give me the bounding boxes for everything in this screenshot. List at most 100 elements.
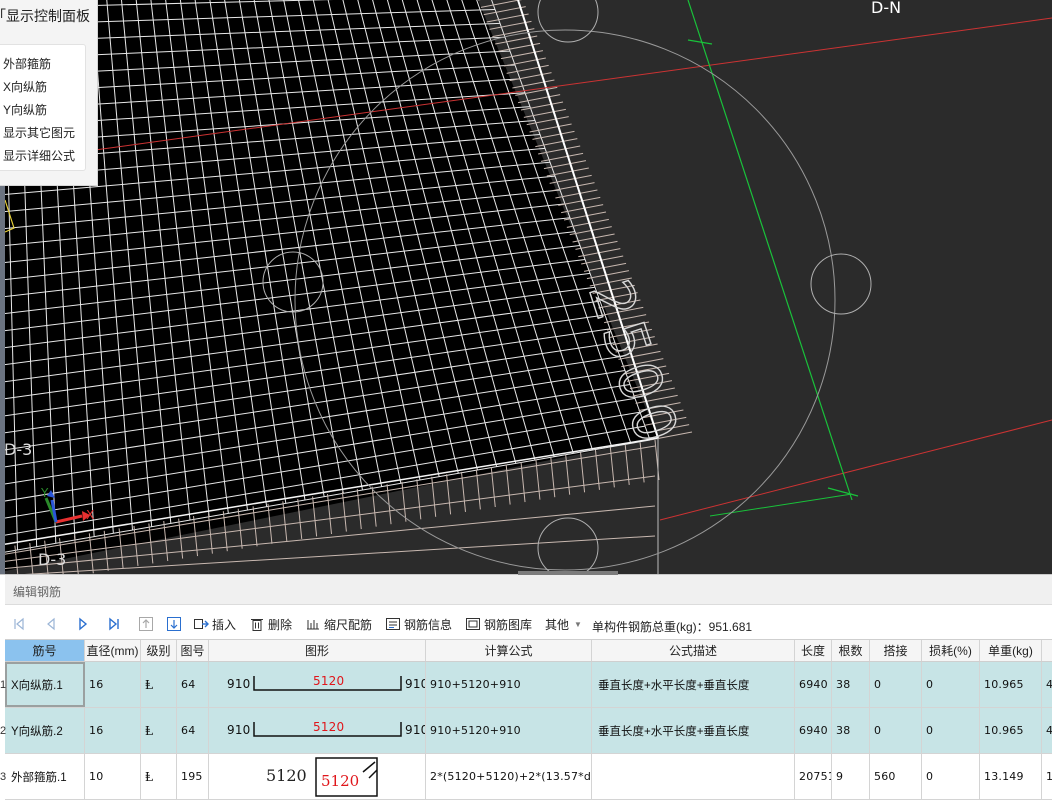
display-panel-title: 「显示控制面板 [0,8,90,24]
table-row[interactable]: 外部箍筋.1 10 Ⱡ 195 5120 5120 2*(5120+5120)+… [5,754,1052,800]
insert-button[interactable]: 插入 [193,614,236,634]
cell-bar-name[interactable]: X向纵筋.1 [5,662,85,707]
delete-button[interactable]: 删除 [249,614,292,634]
rebar-info-button[interactable]: 钢筋信息 [385,614,452,634]
dropdown-caret-icon: ▼ [574,619,582,629]
cell-overflow[interactable]: 4 [1042,708,1052,753]
col-header-overflow [1042,640,1052,661]
cell-unit-weight[interactable]: 13.149 [980,754,1042,799]
col-header-formula[interactable]: 计算公式 [426,640,592,661]
shape-right-dim: 910 [405,677,425,691]
total-weight-label: 单构件钢筋总重(kg)：951.681 [592,620,753,634]
display-item-other-elements[interactable]: 显示其它图元 [3,124,75,141]
arrow-down-box-icon [166,616,182,632]
shape-mid-dim: 5120 [313,674,345,688]
cell-figure-no[interactable]: 64 [177,662,209,707]
ruler-label: 缩尺配筋 [324,617,373,632]
col-header-count[interactable]: 根数 [832,640,870,661]
cell-unit-weight[interactable]: 10.965 [980,662,1042,707]
trash-icon [249,616,265,632]
col-header-shape[interactable]: 图形 [209,640,426,661]
cell-unit-weight[interactable]: 10.965 [980,708,1042,753]
prev-record-button[interactable] [43,614,62,634]
triangle-right-icon [75,616,91,632]
display-item-outer-stirrup[interactable]: 外部箍筋 [3,55,51,72]
red-axis-line-lower [659,419,1052,521]
col-header-description[interactable]: 公式描述 [592,640,795,661]
editor-title: 编辑钢筋 [13,585,62,599]
cell-loss[interactable]: 0 [922,754,980,799]
cell-formula[interactable]: 910+5120+910 [426,662,592,707]
first-record-button[interactable] [11,614,30,634]
rebar-editor-panel: 编辑钢筋 插入 删除 缩尺配筋 钢筋信息 钢筋图库 其他 ▼ 单构件钢筋总重(k… [0,571,1052,804]
cell-shape[interactable]: 910 5120 910 [209,662,426,707]
table-row[interactable]: X向纵筋.1 16 Ⱡ 64 910 5120 910 910+5120+910… [5,662,1052,708]
col-header-diameter[interactable]: 直径(mm) [85,640,141,661]
display-item-detailed-formula[interactable]: 显示详细公式 [3,147,75,164]
cell-diameter[interactable]: 16 [85,662,141,707]
rebar-library-label: 钢筋图库 [484,617,533,632]
col-header-lap[interactable]: 搭接 [870,640,922,661]
cell-grade[interactable]: Ⱡ [141,708,177,753]
next-record-button[interactable] [75,614,94,634]
table-row[interactable]: Y向纵筋.2 16 Ⱡ 64 910 5120 910 910+5120+910… [5,708,1052,754]
cell-lap[interactable]: 0 [870,662,922,707]
cell-grade[interactable]: Ⱡ [141,754,177,799]
move-up-button[interactable] [138,614,157,634]
gizmo-y-label: Y [41,486,49,500]
axis-label-dn: D-N [871,0,902,17]
shape-mid-dim: 5120 [313,720,345,734]
cell-description[interactable]: 垂直长度+水平长度+垂直长度 [592,662,795,707]
ruler-rebar-button[interactable]: 缩尺配筋 [305,614,372,634]
cell-shape[interactable]: 910 5120 910 [209,708,426,753]
cell-count[interactable]: 38 [832,662,870,707]
cell-overflow[interactable]: 4 [1042,662,1052,707]
info-list-icon [385,616,401,632]
cell-loss[interactable]: 0 [922,662,980,707]
cell-bar-name[interactable]: 外部箍筋.1 [5,754,85,799]
cell-lap[interactable]: 560 [870,754,922,799]
cell-figure-no[interactable]: 195 [177,754,209,799]
cell-diameter[interactable]: 10 [85,754,141,799]
col-header-grade[interactable]: 级别 [141,640,177,661]
rebar-3d-scene[interactable] [0,0,1052,574]
cell-diameter[interactable]: 16 [85,708,141,753]
move-down-button[interactable] [166,614,185,634]
cell-length[interactable]: 6940 [795,708,832,753]
cell-formula[interactable]: 2*(5120+5120)+2*(13.57*d) [426,754,592,799]
display-item-x-rebar[interactable]: X向纵筋 [3,78,47,95]
pile-circle [537,0,599,43]
cell-shape[interactable]: 5120 5120 [209,754,426,799]
cell-lap[interactable]: 0 [870,708,922,753]
display-panel-list: 外部箍筋 X向纵筋 Y向纵筋 显示其它图元 显示详细公式 [0,44,86,171]
green-axis-line [687,0,853,501]
col-header-loss[interactable]: 损耗(%) [922,640,980,661]
col-header-bar-no[interactable]: 筋号 [5,640,85,661]
skip-last-icon [106,616,122,632]
col-header-unit-weight[interactable]: 单重(kg) [980,640,1042,661]
cell-description[interactable]: 垂直长度+水平长度+垂直长度 [592,708,795,753]
display-item-y-rebar[interactable]: Y向纵筋 [3,101,47,118]
cell-figure-no[interactable]: 64 [177,708,209,753]
cell-bar-name[interactable]: Y向纵筋.2 [5,708,85,753]
shape-left-dim: 910 [227,677,251,691]
skip-first-icon [11,616,27,632]
cell-formula[interactable]: 910+5120+910 [426,708,592,753]
rebar-library-button[interactable]: 钢筋图库 [465,614,532,634]
col-header-figure-no[interactable]: 图号 [177,640,209,661]
cell-length[interactable]: 20751 [795,754,832,799]
cell-overflow[interactable]: 1 [1042,754,1052,799]
axis-label-d3: D-3 [4,440,33,459]
3d-viewport[interactable]: 2500 D-N D-3 D-3 X Y 「显示控制面板 外部箍筋 X向纵筋 Y… [0,0,1052,574]
cell-loss[interactable]: 0 [922,708,980,753]
pile-circle [537,517,599,574]
arrow-up-box-icon [138,616,154,632]
cell-grade[interactable]: Ⱡ [141,662,177,707]
last-record-button[interactable] [106,614,125,634]
cell-count[interactable]: 9 [832,754,870,799]
cell-description[interactable] [592,754,795,799]
col-header-length[interactable]: 长度 [795,640,832,661]
cell-count[interactable]: 38 [832,708,870,753]
other-dropdown[interactable]: 其他 ▼ [545,614,582,634]
cell-length[interactable]: 6940 [795,662,832,707]
